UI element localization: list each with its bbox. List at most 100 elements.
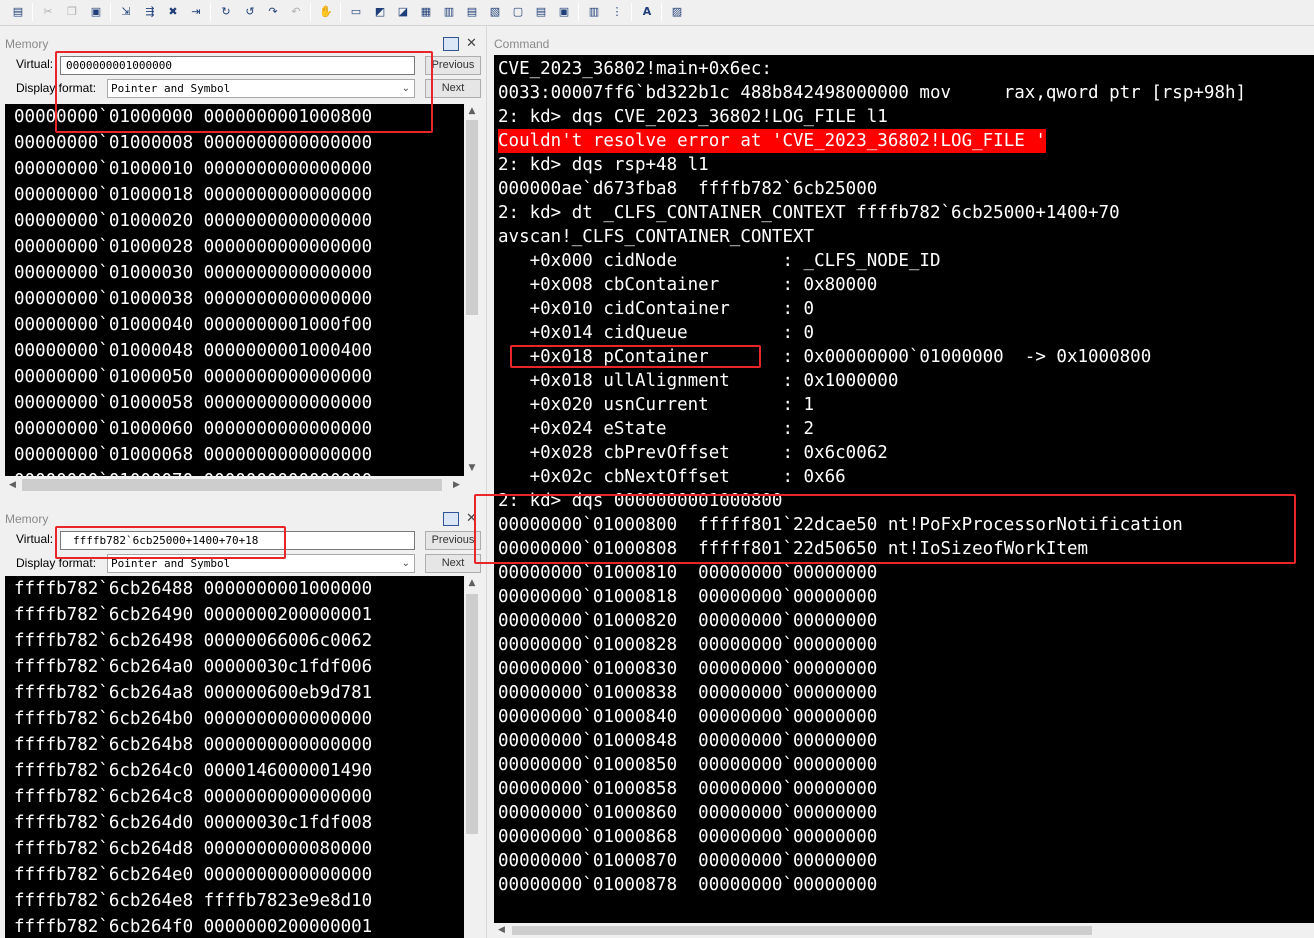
error-line: Couldn't resolve error at 'CVE_2023_3680… <box>498 129 1046 153</box>
registers-icon[interactable]: ▦ <box>416 2 436 22</box>
scroll-down-icon[interactable]: ▼ <box>464 461 480 476</box>
toolbar-separator <box>661 3 662 21</box>
toolbar-separator <box>32 3 33 21</box>
splitter[interactable] <box>486 26 492 938</box>
toolbar-separator <box>210 3 211 21</box>
toolbar-separator <box>631 3 632 21</box>
address-input[interactable]: ffffb782`6cb25000+1400+70+18 <box>60 531 415 550</box>
restart-icon[interactable]: ↺ <box>240 2 260 22</box>
memory-row: ffffb782`6cb264f0 0000000200000001 <box>14 917 373 937</box>
address-input[interactable]: 0000000001000000 <box>60 56 415 75</box>
font-icon[interactable]: A <box>637 2 657 22</box>
previous-button[interactable]: Previous <box>425 56 481 75</box>
previous-button[interactable]: Previous <box>425 531 481 550</box>
step-over-icon[interactable]: ⇶ <box>140 2 160 22</box>
command-line: 00000000`01000860 00000000`00000000 <box>498 803 878 823</box>
command-output[interactable]: CVE_2023_36802!main+0x6ec: 0033:00007ff6`… <box>494 55 1314 923</box>
command-line: 0033:00007ff6`bd322b1c 488b842498000000 … <box>498 83 1247 103</box>
command-line: +0x028 cbPrevOffset : 0x6c0062 <box>498 443 888 463</box>
virtual-label: Virtual: <box>16 57 54 71</box>
paste-icon[interactable]: ▣ <box>86 2 106 22</box>
command-line: 00000000`01000820 00000000`00000000 <box>498 611 878 631</box>
panel-title: Command <box>494 37 550 51</box>
command-line: avscan!_CLFS_CONTAINER_CONTEXT <box>498 227 815 247</box>
panel-title: Memory <box>5 512 49 526</box>
next-button[interactable]: Next <box>425 79 481 98</box>
processes-icon[interactable]: ▤ <box>531 2 551 22</box>
memory-row: ffffb782`6cb264c0 0000146000001490 <box>14 761 373 781</box>
locals-icon[interactable]: ◪ <box>393 2 413 22</box>
memory-row: 00000000`01000050 0000000000000000 <box>14 367 373 387</box>
scroll-left-icon[interactable]: ◀ <box>5 476 20 494</box>
horizontal-scrollbar[interactable]: ◀ <box>494 923 1314 938</box>
horizontal-scrollbar[interactable]: ◀ ▶ <box>5 476 464 494</box>
command-line: 00000000`01000858 00000000`00000000 <box>498 779 878 799</box>
command-line: 00000000`01000850 00000000`00000000 <box>498 755 878 775</box>
panel-menu-icon[interactable] <box>442 511 460 527</box>
command-line: +0x02c cbNextOffset : 0x66 <box>498 467 846 487</box>
memory-view[interactable]: 00000000`01000000 0000000001000800 000000… <box>5 104 464 476</box>
source-mode-icon[interactable]: ▥ <box>584 2 604 22</box>
command-line: 2: kd> dqs CVE_2023_36802!LOG_FILE l1 <box>498 107 888 127</box>
chevron-down-icon: ⌄ <box>401 83 410 94</box>
hand-icon[interactable]: ✋ <box>316 2 336 22</box>
command-line: +0x010 cidContainer : 0 <box>498 299 815 319</box>
cut-icon[interactable]: ✂ <box>38 2 58 22</box>
display-format-select[interactable]: Pointer and Symbol ⌄ <box>107 79 415 98</box>
options-icon[interactable]: ▨ <box>667 2 687 22</box>
go-icon[interactable]: ↻ <box>216 2 236 22</box>
vertical-scrollbar[interactable]: ▲ ▼ <box>464 104 480 476</box>
command-line: +0x018 pContainer : 0x00000000`01000000 … <box>498 347 1152 367</box>
step-into-icon[interactable]: ⇲ <box>116 2 136 22</box>
command-line: +0x014 cidQueue : 0 <box>498 323 815 343</box>
call-stack-icon[interactable]: ▤ <box>462 2 482 22</box>
command-line: +0x008 cbContainer : 0x80000 <box>498 275 878 295</box>
memory-row: 00000000`01000000 0000000001000800 <box>14 107 373 127</box>
memory-row: 00000000`01000028 0000000000000000 <box>14 237 373 257</box>
scroll-thumb[interactable] <box>512 926 1092 935</box>
command-line: +0x000 cidNode : _CLFS_NODE_ID <box>498 251 941 271</box>
command-window-icon[interactable]: ▭ <box>346 2 366 22</box>
memory-row: 00000000`01000068 0000000000000000 <box>14 445 373 465</box>
scroll-thumb[interactable] <box>466 594 478 834</box>
stop-icon[interactable]: ↷ <box>263 2 283 22</box>
hex-icon[interactable]: ⋮ <box>607 2 627 22</box>
memory-row: 00000000`01000060 0000000000000000 <box>14 419 373 439</box>
scroll-thumb[interactable] <box>22 479 442 491</box>
memory-row: 00000000`01000038 0000000000000000 <box>14 289 373 309</box>
scroll-up-icon[interactable]: ▲ <box>464 576 480 591</box>
memory-icon[interactable]: ▥ <box>439 2 459 22</box>
command-line: +0x020 usnCurrent : 1 <box>498 395 815 415</box>
memory-view[interactable]: ffffb782`6cb26488 0000000001000000 ffffb7… <box>5 576 464 938</box>
scroll-up-icon[interactable]: ▲ <box>464 104 480 119</box>
virtual-label: Virtual: <box>16 532 54 546</box>
memory-row: 00000000`01000048 0000000001000400 <box>14 341 373 361</box>
open-icon[interactable]: ▤ <box>8 2 28 22</box>
memory-row: 00000000`01000008 0000000000000000 <box>14 133 373 153</box>
source-icon[interactable]: ▣ <box>554 2 574 22</box>
run-to-cursor-icon[interactable]: ⇥ <box>186 2 206 22</box>
copy-icon[interactable]: ❐ <box>62 2 82 22</box>
memory-row: ffffb782`6cb26488 0000000001000000 <box>14 579 373 599</box>
panel-title: Memory <box>5 37 49 51</box>
panel-menu-icon[interactable] <box>442 36 460 52</box>
next-button[interactable]: Next <box>425 554 481 573</box>
command-line: 00000000`01000828 00000000`00000000 <box>498 635 878 655</box>
display-format-select[interactable]: Pointer and Symbol ⌄ <box>107 554 415 573</box>
vertical-scrollbar[interactable]: ▲ <box>464 576 480 938</box>
close-icon[interactable]: ✕ <box>466 36 477 51</box>
command-line: 00000000`01000818 00000000`00000000 <box>498 587 878 607</box>
close-icon[interactable]: ✕ <box>466 511 477 526</box>
scratch-pad-icon[interactable]: ▢ <box>508 2 528 22</box>
break-icon[interactable]: ↶ <box>286 2 306 22</box>
disassembly-icon[interactable]: ▧ <box>485 2 505 22</box>
step-out-icon[interactable]: ✖ <box>163 2 183 22</box>
memory-row: ffffb782`6cb264d0 00000030c1fdf008 <box>14 813 373 833</box>
scroll-thumb[interactable] <box>466 120 478 315</box>
watch-icon[interactable]: ◩ <box>370 2 390 22</box>
scroll-left-icon[interactable]: ◀ <box>494 923 509 938</box>
chevron-down-icon: ⌄ <box>401 558 410 569</box>
scroll-right-icon[interactable]: ▶ <box>449 476 464 494</box>
command-line: 00000000`01000810 00000000`00000000 <box>498 563 878 583</box>
command-line: 000000ae`d673fba8 ffffb782`6cb25000 <box>498 179 878 199</box>
